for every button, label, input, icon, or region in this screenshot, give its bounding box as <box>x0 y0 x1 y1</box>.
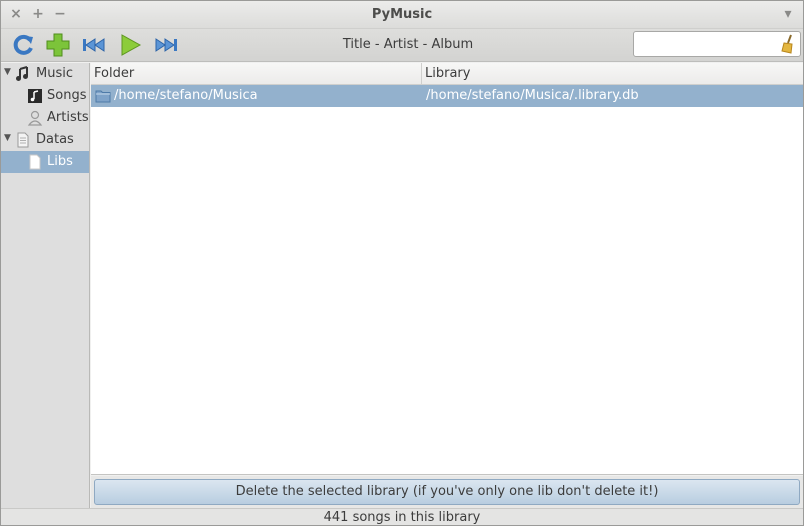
previous-icon[interactable] <box>81 32 107 58</box>
clear-search-icon[interactable] <box>779 34 797 54</box>
status-bar: 441 songs in this library <box>1 508 803 525</box>
tree-item-label: Datas <box>36 132 74 147</box>
file-icon <box>29 154 41 170</box>
app-window: × + − PyMusic ▾ Title - Artist - Album ▼… <box>0 0 804 526</box>
tree-item-label: Libs <box>47 154 73 169</box>
play-icon[interactable] <box>117 32 143 58</box>
sidebar-tree: ▼ Music Songs Artists ▼ Datas Libs <box>1 63 90 508</box>
person-icon <box>27 110 43 126</box>
table-row[interactable]: /home/stefano/Musica /home/stefano/Music… <box>91 85 803 107</box>
tree-item-datas[interactable]: ▼ Datas <box>1 129 89 151</box>
library-table: Folder Library /home/stefano/Musica /hom… <box>91 63 803 475</box>
expander-icon[interactable]: ▼ <box>4 67 11 77</box>
cell-folder: /home/stefano/Musica <box>114 88 258 103</box>
search-input[interactable] <box>633 31 801 57</box>
window-title: PyMusic <box>371 7 433 22</box>
document-icon <box>17 132 29 148</box>
toolbar: Title - Artist - Album <box>1 29 803 62</box>
tree-item-label: Music <box>36 66 73 81</box>
delete-library-button[interactable]: Delete the selected library (if you've o… <box>94 479 800 505</box>
tree-item-songs[interactable]: Songs <box>1 85 89 107</box>
music-note-icon <box>16 66 28 81</box>
cell-library: /home/stefano/Musica/.library.db <box>426 88 639 103</box>
actions-area: Delete the selected library (if you've o… <box>91 476 803 508</box>
column-header-library[interactable]: Library <box>422 63 803 85</box>
song-icon <box>28 89 42 103</box>
column-header-folder[interactable]: Folder <box>91 63 422 85</box>
next-icon[interactable] <box>153 32 179 58</box>
refresh-icon[interactable] <box>10 32 36 58</box>
tree-item-artists[interactable]: Artists <box>1 107 89 129</box>
expander-icon[interactable]: ▼ <box>4 133 11 143</box>
tree-item-label: Songs <box>47 88 87 103</box>
now-playing-label: Title - Artist - Album <box>342 37 474 52</box>
tree-item-label: Artists <box>47 110 89 125</box>
tree-item-libs[interactable]: Libs <box>1 151 89 173</box>
tree-item-music[interactable]: ▼ Music <box>1 63 89 85</box>
folder-icon <box>95 90 111 103</box>
add-icon[interactable] <box>45 32 71 58</box>
title-bar: × + − PyMusic ▾ <box>1 1 803 29</box>
window-menu-button[interactable]: ▾ <box>779 5 797 23</box>
